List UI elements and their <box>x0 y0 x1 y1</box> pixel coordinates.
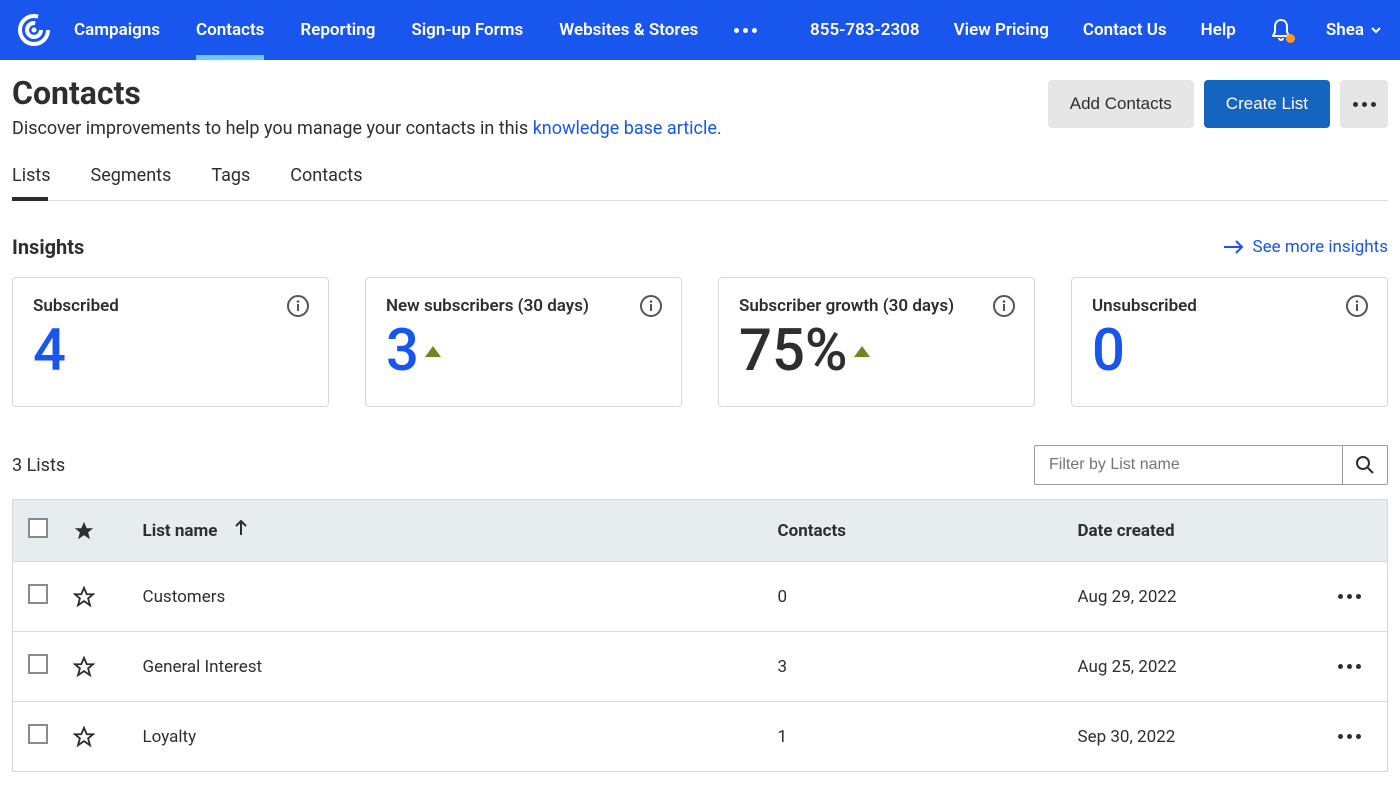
info-icon[interactable] <box>992 294 1016 318</box>
star-filled-icon[interactable] <box>73 520 95 542</box>
nav-websites-stores[interactable]: Websites & Stores <box>559 0 698 60</box>
more-icon <box>1353 102 1376 107</box>
filter-search-button[interactable] <box>1342 445 1388 485</box>
knowledge-base-link[interactable]: knowledge base article. <box>533 118 722 139</box>
column-date-created[interactable]: Date created <box>1068 500 1328 562</box>
header-more-button[interactable] <box>1340 80 1388 128</box>
insight-label: Unsubscribed <box>1092 296 1367 316</box>
insight-label: Subscribed <box>33 296 308 316</box>
arrow-right-icon <box>1223 240 1245 254</box>
info-icon[interactable] <box>1345 294 1369 318</box>
top-nav: Campaigns Contacts Reporting Sign-up For… <box>0 0 1400 60</box>
insight-value: 4 <box>33 322 308 380</box>
info-icon[interactable] <box>286 294 310 318</box>
see-more-insights-link[interactable]: See more insights <box>1223 237 1388 257</box>
nav-phone[interactable]: 855-783-2308 <box>810 20 920 40</box>
info-icon[interactable] <box>639 294 663 318</box>
table-row[interactable]: Loyalty1Sep 30, 2022 <box>13 702 1388 772</box>
lists-count: 3 Lists <box>12 455 65 476</box>
row-more-button[interactable] <box>1338 664 1378 669</box>
insight-value: 75% <box>739 322 1014 380</box>
row-list-name[interactable]: General Interest <box>133 632 768 702</box>
row-checkbox[interactable] <box>28 654 48 674</box>
tab-segments[interactable]: Segments <box>91 165 172 200</box>
select-all-checkbox[interactable] <box>28 518 48 538</box>
subtabs: Lists Segments Tags Contacts <box>12 165 1388 201</box>
page-subtitle: Discover improvements to help you manage… <box>12 118 722 139</box>
notification-dot-icon <box>1286 34 1295 43</box>
insight-label: Subscriber growth (30 days) <box>739 296 1014 316</box>
insight-card: New subscribers (30 days) 3 <box>365 277 682 407</box>
table-row[interactable]: Customers0Aug 29, 2022 <box>13 562 1388 632</box>
insight-card: Subscriber growth (30 days) 75% <box>718 277 1035 407</box>
trend-up-icon <box>425 346 441 357</box>
row-date: Aug 29, 2022 <box>1068 562 1328 632</box>
insight-card: Subscribed 4 <box>12 277 329 407</box>
nav-campaigns[interactable]: Campaigns <box>74 0 160 60</box>
table-row[interactable]: General Interest3Aug 25, 2022 <box>13 632 1388 702</box>
row-list-name[interactable]: Customers <box>133 562 768 632</box>
insight-value: 3 <box>386 322 661 380</box>
nav-reporting[interactable]: Reporting <box>300 0 375 60</box>
nav-signup-forms[interactable]: Sign-up Forms <box>411 0 523 60</box>
row-more-button[interactable] <box>1338 734 1378 739</box>
lists-table: List name Contacts Date created Customer… <box>12 499 1388 772</box>
tab-contacts[interactable]: Contacts <box>290 165 362 200</box>
app-logo[interactable] <box>14 10 54 50</box>
row-date: Aug 25, 2022 <box>1068 632 1328 702</box>
insight-cards: Subscribed 4 New subscribers (30 days) 3 Sub… <box>12 277 1388 407</box>
insight-value: 0 <box>1092 322 1367 380</box>
nav-view-pricing[interactable]: View Pricing <box>954 20 1049 40</box>
nav-more-button[interactable] <box>734 0 757 60</box>
column-list-name[interactable]: List name <box>143 521 218 541</box>
row-contacts: 1 <box>768 702 1068 772</box>
insight-card: Unsubscribed 0 <box>1071 277 1388 407</box>
more-icon <box>734 28 757 33</box>
create-list-button[interactable]: Create List <box>1204 80 1330 128</box>
trend-up-icon <box>854 346 870 357</box>
tab-tags[interactable]: Tags <box>211 165 250 200</box>
chevron-down-icon <box>1370 24 1382 36</box>
filter-input[interactable] <box>1034 445 1342 485</box>
column-contacts[interactable]: Contacts <box>768 500 1068 562</box>
row-checkbox[interactable] <box>28 724 48 744</box>
user-menu[interactable]: Shea <box>1326 20 1382 40</box>
add-contacts-button[interactable]: Add Contacts <box>1048 80 1194 128</box>
search-icon <box>1355 455 1375 475</box>
nav-contacts[interactable]: Contacts <box>196 0 264 60</box>
row-contacts: 3 <box>768 632 1068 702</box>
row-more-button[interactable] <box>1338 594 1378 599</box>
star-outline-icon[interactable] <box>73 586 123 608</box>
insight-label: New subscribers (30 days) <box>386 296 661 316</box>
page-title: Contacts <box>12 74 722 112</box>
star-outline-icon[interactable] <box>73 726 123 748</box>
tab-lists[interactable]: Lists <box>12 165 51 200</box>
nav-contact-us[interactable]: Contact Us <box>1083 20 1167 40</box>
row-contacts: 0 <box>768 562 1068 632</box>
row-checkbox[interactable] <box>28 584 48 604</box>
star-outline-icon[interactable] <box>73 656 123 678</box>
row-date: Sep 30, 2022 <box>1068 702 1328 772</box>
user-name: Shea <box>1326 20 1364 40</box>
sort-asc-icon[interactable] <box>234 520 248 536</box>
insights-heading: Insights <box>12 235 84 259</box>
notifications-button[interactable] <box>1270 18 1292 42</box>
nav-help[interactable]: Help <box>1201 20 1236 40</box>
row-list-name[interactable]: Loyalty <box>133 702 768 772</box>
